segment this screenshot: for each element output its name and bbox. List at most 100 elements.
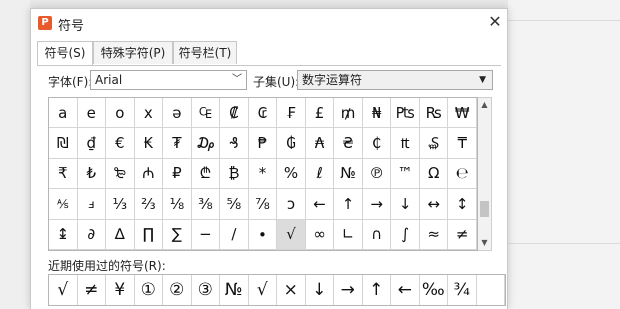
symbol-cell[interactable]: ℮ bbox=[448, 158, 477, 190]
symbol-cell[interactable]: → bbox=[362, 189, 392, 220]
symbol-cell[interactable]: a bbox=[49, 98, 78, 129]
symbol-cell[interactable]: ₳ bbox=[305, 128, 335, 159]
tab-special-chars[interactable]: 特殊字符(P) bbox=[93, 41, 173, 64]
recent-symbol-cell[interactable]: ¾ bbox=[448, 275, 477, 305]
subset-select[interactable]: 数字运算符 ▼ bbox=[297, 70, 493, 90]
symbol-cell[interactable]: ₨ bbox=[419, 98, 449, 129]
symbol-cell[interactable]: ₹ bbox=[49, 158, 78, 190]
symbol-cell[interactable]: ≈ bbox=[419, 219, 449, 250]
symbol-cell[interactable]: * bbox=[248, 158, 278, 190]
symbol-cell[interactable]: ↄ bbox=[277, 189, 306, 220]
symbol-cell[interactable]: ⅎ bbox=[77, 189, 107, 220]
symbol-cell[interactable]: ↔ bbox=[419, 189, 449, 220]
symbol-cell[interactable]: ₧ bbox=[391, 98, 420, 129]
symbol-cell[interactable]: % bbox=[277, 158, 306, 190]
symbol-cell[interactable]: ₮ bbox=[163, 128, 192, 159]
recent-symbol-cell[interactable]: ≠ bbox=[78, 275, 106, 305]
symbol-cell[interactable]: ⅞ bbox=[248, 189, 278, 220]
symbol-cell[interactable]: − bbox=[191, 219, 221, 250]
symbol-cell[interactable]: ∕ bbox=[220, 219, 249, 250]
symbol-cell[interactable]: ™ bbox=[391, 158, 420, 190]
recent-symbol-cell[interactable] bbox=[477, 275, 505, 305]
symbol-cell[interactable]: x bbox=[134, 98, 164, 129]
symbol-cell[interactable]: ₽ bbox=[163, 158, 192, 190]
symbol-cell[interactable]: ∩ bbox=[362, 219, 392, 250]
symbol-cell[interactable]: ₩ bbox=[448, 98, 477, 129]
symbol-cell[interactable]: ₱ bbox=[248, 128, 278, 159]
close-button[interactable]: ✕ bbox=[485, 12, 505, 32]
symbol-cell[interactable]: ₠ bbox=[191, 98, 221, 129]
symbol-grid-scrollbar[interactable]: ▲ ▼ bbox=[478, 97, 492, 251]
symbol-cell[interactable]: ℗ bbox=[362, 158, 392, 190]
symbol-cell[interactable]: o bbox=[106, 98, 135, 129]
title-bar[interactable]: P 符号 ✕ bbox=[31, 9, 507, 37]
recent-symbol-cell[interactable]: → bbox=[334, 275, 363, 305]
symbol-cell[interactable]: ∏ bbox=[134, 219, 164, 250]
symbol-cell[interactable]: ₪ bbox=[49, 128, 78, 159]
symbol-cell[interactable]: ₥ bbox=[334, 98, 363, 129]
symbol-cell[interactable]: Ω bbox=[419, 158, 449, 190]
symbol-cell[interactable]: √ bbox=[277, 219, 306, 250]
symbol-cell[interactable]: ∑ bbox=[163, 219, 192, 250]
symbol-cell[interactable]: ₼ bbox=[134, 158, 164, 190]
symbol-cell[interactable]: ⅝ bbox=[220, 189, 249, 220]
symbol-cell[interactable]: ⅛ bbox=[163, 189, 192, 220]
recent-symbol-cell[interactable]: ↑ bbox=[363, 275, 391, 305]
recent-symbol-cell[interactable]: √ bbox=[49, 275, 78, 305]
symbol-cell[interactable]: ₢ bbox=[248, 98, 278, 129]
symbol-cell[interactable]: ₡ bbox=[220, 98, 249, 129]
symbol-cell[interactable]: ₲ bbox=[277, 128, 306, 159]
recent-symbol-cell[interactable]: ↓ bbox=[306, 275, 334, 305]
symbol-cell[interactable]: ⅓ bbox=[106, 189, 135, 220]
symbol-cell[interactable]: № bbox=[334, 158, 363, 190]
symbol-cell[interactable]: € bbox=[106, 128, 135, 159]
tab-symbols[interactable]: 符号(S) bbox=[37, 41, 93, 66]
scroll-thumb[interactable] bbox=[480, 201, 489, 217]
symbol-cell[interactable]: ₰ bbox=[220, 128, 249, 159]
symbol-cell[interactable]: ∟ bbox=[334, 219, 363, 250]
symbol-cell[interactable]: ₯ bbox=[191, 128, 221, 159]
symbol-cell[interactable]: ∙ bbox=[248, 219, 278, 250]
recent-symbol-cell[interactable]: ① bbox=[135, 275, 163, 305]
symbol-cell[interactable]: £ bbox=[305, 98, 335, 129]
symbol-cell[interactable]: ₫ bbox=[77, 128, 107, 159]
symbol-cell[interactable]: ∞ bbox=[305, 219, 335, 250]
symbol-cell[interactable]: ₵ bbox=[362, 128, 392, 159]
recent-symbol-cell[interactable]: ② bbox=[163, 275, 192, 305]
symbol-cell[interactable]: ≠ bbox=[448, 219, 477, 250]
symbol-cell[interactable]: ↕ bbox=[448, 189, 477, 220]
symbol-cell[interactable]: ₶ bbox=[391, 128, 420, 159]
symbol-cell[interactable]: ₺ bbox=[77, 158, 107, 190]
symbol-cell[interactable]: ₸ bbox=[448, 128, 477, 159]
scroll-down-icon[interactable]: ▼ bbox=[478, 238, 491, 247]
symbol-cell[interactable]: ₾ bbox=[191, 158, 221, 190]
symbol-cell[interactable]: ⅍ bbox=[49, 189, 78, 220]
symbol-cell[interactable]: ∫ bbox=[391, 219, 420, 250]
symbol-cell[interactable]: ↨ bbox=[49, 219, 78, 250]
symbol-cell[interactable]: ← bbox=[305, 189, 335, 220]
symbol-cell[interactable]: ₭ bbox=[134, 128, 164, 159]
symbol-cell[interactable]: ↑ bbox=[334, 189, 363, 220]
symbol-cell[interactable]: ₿ bbox=[220, 158, 249, 190]
symbol-cell[interactable]: ₦ bbox=[362, 98, 392, 129]
recent-symbol-cell[interactable]: ③ bbox=[192, 275, 220, 305]
symbol-cell[interactable]: ∆ bbox=[106, 219, 135, 250]
symbol-cell[interactable]: ə bbox=[163, 98, 192, 129]
symbol-cell[interactable]: ↓ bbox=[391, 189, 420, 220]
symbol-cell[interactable]: ℓ bbox=[305, 158, 335, 190]
symbol-cell[interactable]: ₣ bbox=[277, 98, 306, 129]
recent-symbol-cell[interactable]: № bbox=[220, 275, 249, 305]
tab-symbol-bar[interactable]: 符号栏(T) bbox=[173, 41, 237, 64]
recent-symbol-cell[interactable]: × bbox=[277, 275, 306, 305]
recent-symbol-cell[interactable]: ¥ bbox=[106, 275, 135, 305]
recent-symbol-cell[interactable]: ‰ bbox=[420, 275, 448, 305]
symbol-cell[interactable]: e bbox=[77, 98, 107, 129]
recent-symbol-cell[interactable]: ← bbox=[391, 275, 420, 305]
symbol-cell[interactable]: ∂ bbox=[77, 219, 107, 250]
scroll-up-icon[interactable]: ▲ bbox=[478, 100, 491, 109]
symbol-cell[interactable]: ⅔ bbox=[134, 189, 164, 220]
symbol-cell[interactable]: ₴ bbox=[334, 128, 363, 159]
recent-symbol-cell[interactable]: √ bbox=[249, 275, 277, 305]
symbol-cell[interactable]: ₻ bbox=[106, 158, 135, 190]
symbol-cell[interactable]: ⅜ bbox=[191, 189, 221, 220]
